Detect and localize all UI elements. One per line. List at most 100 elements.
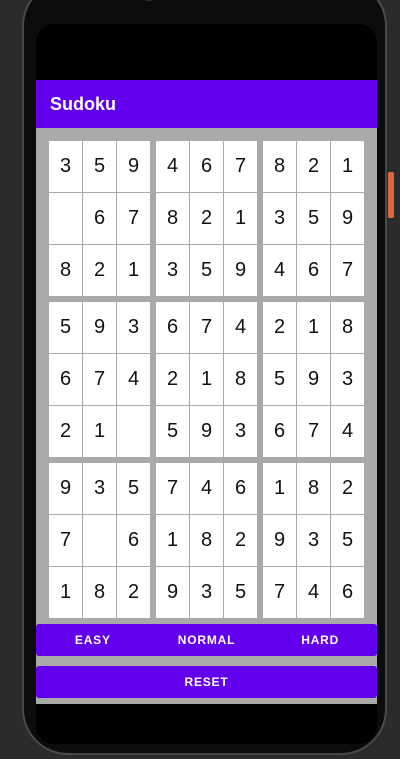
sudoku-cell[interactable]: 8: [224, 354, 257, 405]
sudoku-cell[interactable]: 5: [224, 567, 257, 618]
sudoku-cell[interactable]: 9: [263, 515, 296, 566]
sudoku-cell[interactable]: 7: [331, 245, 364, 296]
reset-button[interactable]: RESET: [36, 666, 377, 698]
sudoku-cell[interactable]: 9: [117, 141, 150, 192]
sudoku-cell[interactable]: 6: [224, 463, 257, 514]
sudoku-cell[interactable]: 2: [49, 406, 82, 457]
sudoku-cell[interactable]: 6: [117, 515, 150, 566]
sudoku-cell[interactable]: 9: [331, 193, 364, 244]
sudoku-cell[interactable]: 1: [49, 567, 82, 618]
navigation-bar: [36, 704, 377, 744]
sudoku-cell[interactable]: 4: [263, 245, 296, 296]
main-content: 3596782146782135982135946759367421674218…: [36, 128, 377, 704]
sudoku-cell[interactable]: [49, 193, 82, 244]
device-screen: Sudoku 359678214678213598213594675936742…: [36, 24, 377, 744]
sudoku-cell[interactable]: 5: [49, 302, 82, 353]
sudoku-cell[interactable]: 3: [224, 406, 257, 457]
sudoku-cell[interactable]: 1: [224, 193, 257, 244]
sudoku-cell[interactable]: 2: [263, 302, 296, 353]
sudoku-cell[interactable]: 4: [156, 141, 189, 192]
sudoku-cell[interactable]: 3: [156, 245, 189, 296]
front-camera: [141, 0, 157, 1]
sudoku-cell[interactable]: 5: [297, 193, 330, 244]
sudoku-cell[interactable]: 2: [297, 141, 330, 192]
sudoku-cell[interactable]: [117, 406, 150, 457]
difficulty-button-row: EASY NORMAL HARD: [36, 624, 377, 656]
sudoku-cell[interactable]: 2: [224, 515, 257, 566]
sudoku-cell[interactable]: 9: [190, 406, 223, 457]
sudoku-cell[interactable]: 9: [297, 354, 330, 405]
sudoku-cell[interactable]: 3: [297, 515, 330, 566]
sudoku-cell[interactable]: 7: [49, 515, 82, 566]
sudoku-cell[interactable]: 3: [331, 354, 364, 405]
sudoku-cell[interactable]: 4: [190, 463, 223, 514]
sudoku-cell[interactable]: 6: [49, 354, 82, 405]
sudoku-block-6: 218593674: [263, 302, 364, 457]
sudoku-cell[interactable]: 4: [331, 406, 364, 457]
sudoku-cell[interactable]: 1: [190, 354, 223, 405]
sudoku-cell[interactable]: 8: [49, 245, 82, 296]
sudoku-cell[interactable]: 5: [190, 245, 223, 296]
sudoku-cell[interactable]: 6: [156, 302, 189, 353]
sudoku-cell[interactable]: 8: [331, 302, 364, 353]
sudoku-block-2: 467821359: [156, 141, 257, 296]
sudoku-cell[interactable]: 5: [263, 354, 296, 405]
sudoku-cell[interactable]: 7: [156, 463, 189, 514]
sudoku-block-1: 35967821: [49, 141, 150, 296]
sudoku-cell[interactable]: 9: [224, 245, 257, 296]
sudoku-cell[interactable]: 9: [49, 463, 82, 514]
sudoku-cell[interactable]: 1: [331, 141, 364, 192]
sudoku-cell[interactable]: 7: [263, 567, 296, 618]
sudoku-cell[interactable]: 8: [190, 515, 223, 566]
sudoku-cell[interactable]: 1: [156, 515, 189, 566]
easy-button[interactable]: EASY: [36, 624, 150, 656]
sudoku-cell[interactable]: 8: [83, 567, 116, 618]
sudoku-cell[interactable]: 2: [190, 193, 223, 244]
sudoku-cell[interactable]: 1: [117, 245, 150, 296]
sudoku-cell[interactable]: 6: [190, 141, 223, 192]
sudoku-cell[interactable]: 2: [117, 567, 150, 618]
sudoku-cell[interactable]: 7: [190, 302, 223, 353]
sudoku-cell[interactable]: 3: [117, 302, 150, 353]
sudoku-cell[interactable]: 5: [117, 463, 150, 514]
sudoku-cell[interactable]: 8: [297, 463, 330, 514]
sudoku-cell[interactable]: 4: [117, 354, 150, 405]
sudoku-cell[interactable]: 3: [263, 193, 296, 244]
sudoku-cell[interactable]: 8: [263, 141, 296, 192]
sudoku-cell[interactable]: 9: [83, 302, 116, 353]
sudoku-cell[interactable]: 3: [49, 141, 82, 192]
sudoku-cell[interactable]: 7: [117, 193, 150, 244]
sudoku-board: 3596782146782135982135946759367421674218…: [49, 141, 364, 618]
sudoku-cell[interactable]: [83, 515, 116, 566]
sudoku-cell[interactable]: 6: [263, 406, 296, 457]
sudoku-cell[interactable]: 1: [297, 302, 330, 353]
sudoku-cell[interactable]: 9: [156, 567, 189, 618]
sudoku-cell[interactable]: 2: [83, 245, 116, 296]
power-button: [388, 172, 394, 218]
sudoku-cell[interactable]: 4: [224, 302, 257, 353]
sudoku-cell[interactable]: 8: [156, 193, 189, 244]
sudoku-block-5: 674218593: [156, 302, 257, 457]
sudoku-cell[interactable]: 3: [190, 567, 223, 618]
sudoku-block-9: 182935746: [263, 463, 364, 618]
sudoku-cell[interactable]: 5: [83, 141, 116, 192]
sudoku-cell[interactable]: 7: [297, 406, 330, 457]
sudoku-cell[interactable]: 6: [297, 245, 330, 296]
hard-button[interactable]: HARD: [263, 624, 377, 656]
sudoku-cell[interactable]: 1: [263, 463, 296, 514]
normal-button[interactable]: NORMAL: [150, 624, 264, 656]
sudoku-cell[interactable]: 3: [83, 463, 116, 514]
sudoku-cell[interactable]: 2: [331, 463, 364, 514]
sudoku-block-3: 821359467: [263, 141, 364, 296]
sudoku-cell[interactable]: 5: [331, 515, 364, 566]
sudoku-cell[interactable]: 2: [156, 354, 189, 405]
sudoku-block-4: 59367421: [49, 302, 150, 457]
sudoku-cell[interactable]: 1: [83, 406, 116, 457]
sudoku-block-7: 93576182: [49, 463, 150, 618]
sudoku-cell[interactable]: 7: [83, 354, 116, 405]
sudoku-cell[interactable]: 6: [331, 567, 364, 618]
sudoku-cell[interactable]: 6: [83, 193, 116, 244]
sudoku-cell[interactable]: 5: [156, 406, 189, 457]
sudoku-cell[interactable]: 4: [297, 567, 330, 618]
sudoku-cell[interactable]: 7: [224, 141, 257, 192]
